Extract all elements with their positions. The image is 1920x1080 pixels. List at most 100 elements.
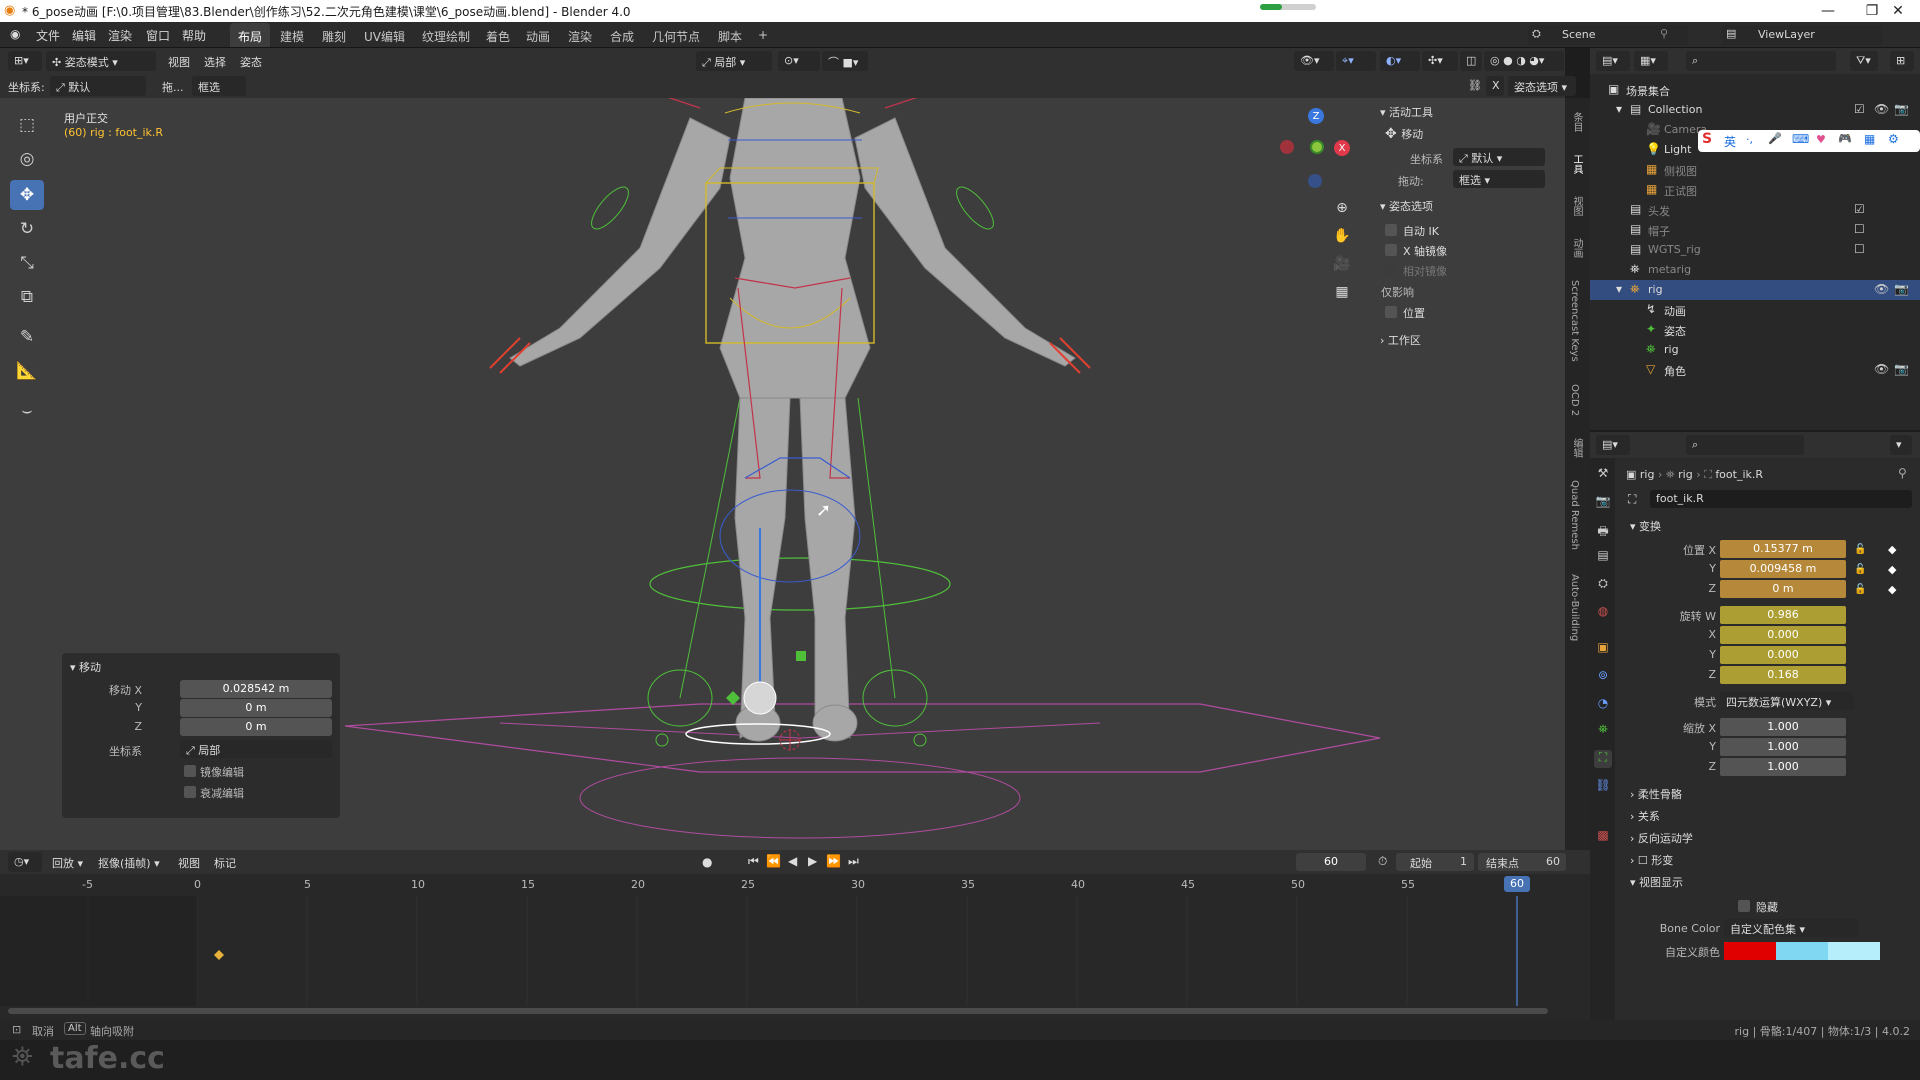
rotation-x-field[interactable]: 0.000 [1720,626,1846,644]
annotate-tool-icon[interactable]: ✎ [10,322,44,352]
close-button[interactable]: ✕ [1876,0,1920,22]
ime-keyboard-icon[interactable]: ⌨ [1792,132,1809,146]
pan-hand-icon[interactable]: ✋ [1330,224,1354,248]
expand-icon[interactable]: ▾ [1616,102,1622,116]
minimize-button[interactable]: — [1806,0,1850,22]
outliner-row[interactable]: ▾ ▤ Collection ☑ 👁 📷 [1590,100,1920,120]
pivot-selector[interactable]: ⊙▾ [778,51,820,71]
location-x-field[interactable]: 0.15377 m [1720,540,1846,558]
workspace-tab-animation[interactable]: 动画 [518,23,558,47]
move-z-field[interactable]: 0 m [180,718,332,736]
tab-item[interactable]: 条目 [1569,112,1584,132]
camera-icon[interactable]: 📷 [1894,362,1909,376]
location-z-field[interactable]: 0 m [1720,580,1846,598]
hide-checkbox[interactable] [1738,900,1750,912]
pin-icon[interactable]: ⚲ [1898,466,1907,480]
workspace-header[interactable]: › 工作区 [1380,332,1421,348]
workspace-tab-layout[interactable]: 布局 [230,23,271,47]
workspace-tab-uv[interactable]: UV编辑 [356,23,413,47]
scale-y-field[interactable]: 1.000 [1720,738,1846,756]
transform-tool-icon[interactable]: ⧉ [10,282,44,312]
transform-orientation-selector[interactable]: ⤢ 局部 ▾ [696,51,772,71]
outliner-row[interactable]: ▣ 场景集合 [1590,80,1920,100]
keyframe-icons[interactable]: ◆ ◆ ◆ [1888,540,1896,600]
outliner-editor-type[interactable]: ▤▾ [1596,51,1630,71]
custom-color-swatch-active[interactable] [1828,942,1880,960]
pose-options-dropdown[interactable]: 姿态选项 ▾ [1508,76,1576,96]
view-layer-selector[interactable]: ▤ ViewLayer [1722,25,1882,45]
select-box-icon[interactable]: ⬚ [10,110,44,140]
gizmo-y-axis[interactable] [1310,140,1324,154]
relations-panel-header[interactable]: › 关系 [1630,808,1660,824]
lock-icons[interactable]: 🔓 🔓 🔓 [1854,540,1866,600]
menu-file[interactable]: 文件 [36,27,60,44]
rotate-tool-icon[interactable]: ↻ [10,214,44,244]
texture-tab-icon[interactable]: ▩ [1594,828,1612,846]
physics-tab-icon[interactable]: ◔ [1594,696,1612,714]
modifier-tab-icon[interactable]: ⊚ [1594,668,1612,686]
menu-timeline-view[interactable]: 视图 [178,855,200,871]
jump-start-icon[interactable]: ⏮ [748,854,759,869]
snap-toggle[interactable]: ⌒ ■▾ [822,51,868,71]
orient-dropdown[interactable]: ⤢ 局部 [180,740,332,758]
rotation-mode-dropdown[interactable]: 四元数运算(WXYZ) ▾ [1720,692,1854,710]
position-checkbox[interactable] [1385,306,1397,318]
ime-logo-icon[interactable]: S [1702,131,1712,147]
x-mirror-checkbox[interactable] [1385,244,1397,256]
bone-overlay-toggle[interactable]: ✣▾ [1422,51,1458,71]
tab-auto-building[interactable]: Auto-Building [1569,574,1580,641]
outliner-row[interactable]: ⛯ metarig [1590,260,1920,280]
tab-ocd[interactable]: OCD 2 [1569,384,1580,416]
custom-color-swatch-select[interactable] [1776,942,1828,960]
play-icon[interactable]: ▶ [808,854,817,868]
render-tab-icon[interactable]: 📷 [1594,494,1612,512]
workspace-tab-shading[interactable]: 着色 [478,23,518,47]
ime-grid-icon[interactable]: ▦ [1864,132,1875,146]
gizmo-neg-x[interactable] [1280,140,1294,154]
mirror-edit-checkbox[interactable] [184,765,196,777]
outliner-row[interactable]: ▦ 侧视图 [1590,160,1920,180]
ime-settings-icon[interactable]: ⚙ [1888,132,1899,146]
deform-panel-header[interactable]: › ☐ 形变 [1630,852,1673,868]
view-layer-tab-icon[interactable]: ▤ [1594,548,1612,566]
ik-panel-header[interactable]: › 反向运动学 [1630,830,1693,846]
output-tab-icon[interactable]: 🖶 [1594,522,1612,540]
tab-view[interactable]: 视图 [1569,196,1584,216]
menu-playback[interactable]: 回放 ▾ [52,855,83,871]
data-tab-icon[interactable]: ⛯ [1594,722,1612,740]
tab-screencast-keys[interactable]: Screencast Keys [1569,280,1580,362]
menu-edit[interactable]: 编辑 [72,27,96,44]
active-tool-header[interactable]: ▾ 活动工具 [1380,104,1433,120]
gizmo-z-axis[interactable]: Z [1308,108,1324,124]
relative-mirror-checkbox[interactable] [1385,264,1397,276]
workspace-tab-modeling[interactable]: 建模 [272,23,312,47]
drag-selector[interactable]: 框选 [192,76,246,96]
rotation-y-field[interactable]: 0.000 [1720,646,1846,664]
coord-system-selector[interactable]: ⤢ 默认 [50,76,146,96]
scale-tool-icon[interactable]: ⤡ [10,248,44,278]
outliner-search[interactable]: ⌕ [1686,51,1836,71]
proportional-edit-checkbox[interactable] [184,786,196,798]
blender-menu-icon[interactable]: ◉ [10,27,20,41]
ortho-toggle-icon[interactable]: ▦ [1330,280,1354,304]
workspace-tab-compositing[interactable]: 合成 [602,23,642,47]
camera-icon[interactable]: 📷 [1894,282,1909,296]
eye-icon[interactable]: 👁 [1874,282,1889,296]
workspace-tab-scripting[interactable]: 脚本 [710,23,750,47]
zoom-icon[interactable]: ⊕ [1330,196,1354,220]
properties-options[interactable]: ▾ [1890,435,1912,455]
drag-dropdown[interactable]: 框选 ▾ [1453,170,1545,188]
add-workspace-button[interactable]: + [750,23,776,47]
mirror-x-button[interactable]: X [1486,76,1504,96]
shading-buttons[interactable]: ◎ ● ◑ ◕▾ [1484,51,1564,71]
outliner-display-mode[interactable]: ▦▾ [1634,51,1668,71]
location-y-field[interactable]: 0.009458 m [1720,560,1846,578]
tab-animation[interactable]: 动画 [1569,238,1584,258]
next-keyframe-icon[interactable]: ⏩ [826,854,841,868]
menu-pose[interactable]: 姿态 [240,54,262,70]
record-button[interactable]: ● [702,855,712,869]
workspace-tab-rendering[interactable]: 渲染 [560,23,600,47]
timeline-editor-type[interactable]: ◷▾ [8,852,42,872]
scale-z-field[interactable]: 1.000 [1720,758,1846,776]
outliner-row[interactable]: ▤ WGTS_rig ☐ [1590,240,1920,260]
